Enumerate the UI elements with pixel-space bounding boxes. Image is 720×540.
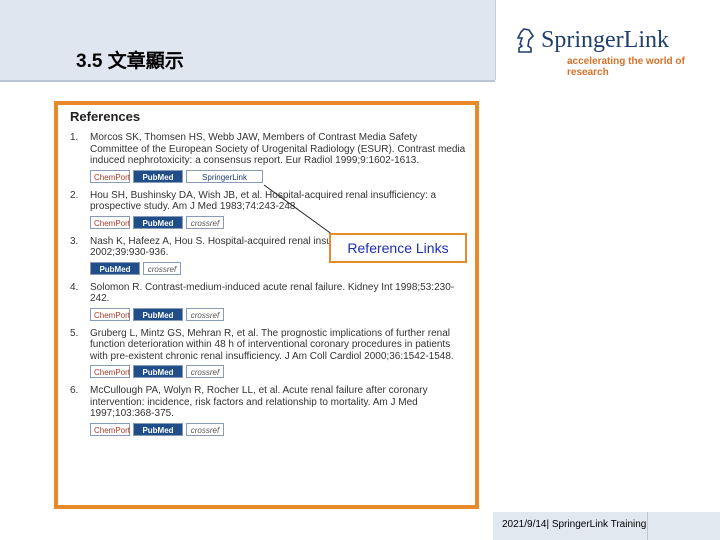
reference-links-callout: Reference Links — [329, 233, 467, 263]
footer-divider — [647, 512, 648, 540]
callout-arrow — [263, 184, 341, 241]
footer-text: 2021/9/14| SpringerLink Training — [502, 519, 647, 530]
